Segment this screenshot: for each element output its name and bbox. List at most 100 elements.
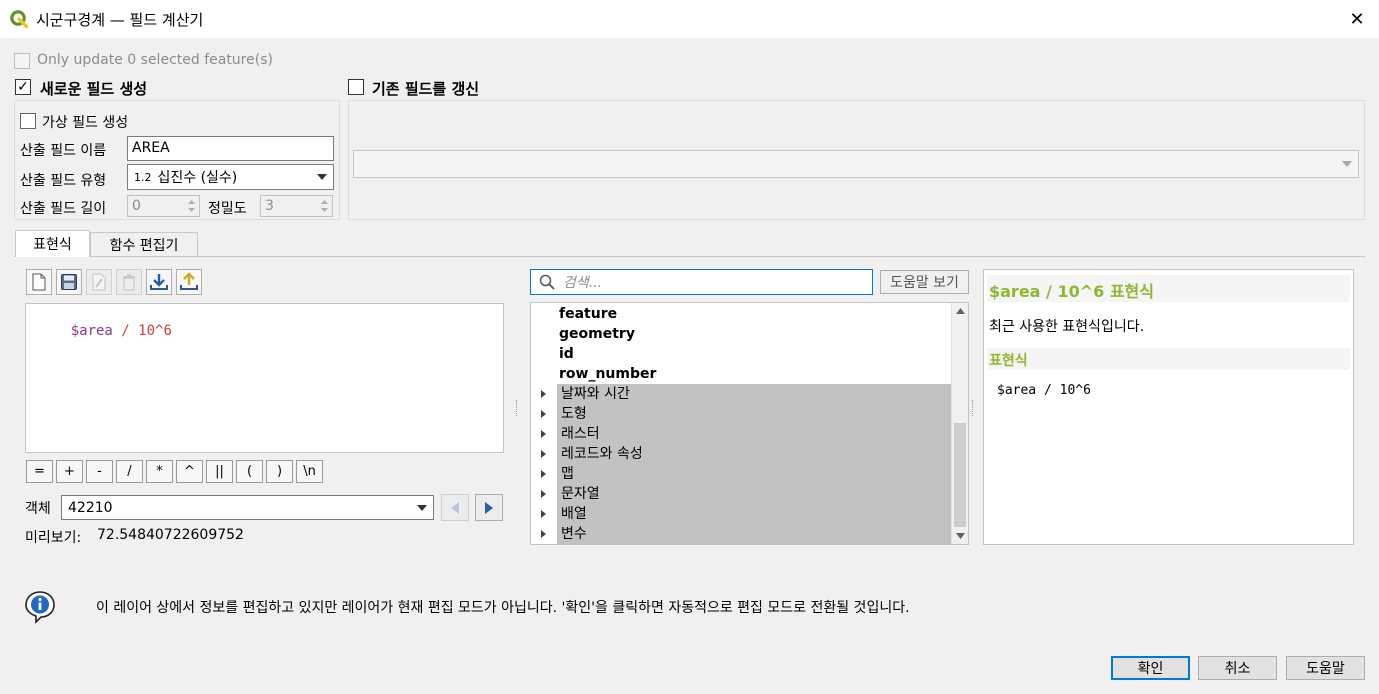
output-field-type-value: 십진수 (실수) — [157, 170, 238, 186]
show-help-button[interactable]: 도움말 보기 — [880, 270, 969, 294]
decimal-type-icon: 1.2 — [134, 170, 152, 184]
operator-newline-button[interactable]: \n — [296, 460, 323, 483]
output-field-type-select[interactable]: 1.2 십진수 (실수) — [127, 164, 334, 190]
function-tree-list: feature geometry id row_number 날짜와 시간 도형… — [531, 304, 952, 544]
tree-group-string[interactable]: 문자열 — [531, 484, 952, 504]
chevron-down-icon — [1342, 161, 1352, 167]
help-section-bar — [987, 348, 1350, 370]
tree-group-record-attributes[interactable]: 레코드와 속성 — [531, 444, 952, 464]
tab-bar-divider — [14, 256, 1365, 257]
chevron-down-icon — [417, 504, 427, 511]
function-tree-scrollbar[interactable] — [951, 303, 968, 544]
operator-multiply-button[interactable]: * — [146, 460, 173, 483]
tab-function-editor-label: 함수 편집기 — [109, 237, 179, 254]
title-bar: 시군구경계 — 필드 계산기 ✕ — [0, 0, 1379, 38]
operator-plus-button[interactable]: + — [56, 460, 83, 483]
cancel-button-label: 취소 — [1224, 661, 1251, 677]
output-field-length-label: 산출 필드 길이 — [20, 201, 107, 217]
next-feature-button[interactable] — [475, 494, 503, 521]
scroll-down-icon[interactable] — [956, 533, 965, 539]
spinner-arrows-icon — [188, 200, 195, 212]
spinner-arrows-icon — [321, 200, 328, 212]
expand-arrow-icon — [541, 430, 546, 438]
help-panel: $area / 10^6 표현식 최근 사용한 표현식입니다. 표현식 $are… — [983, 269, 1354, 545]
upload-icon — [180, 272, 198, 290]
ok-button[interactable]: 확인 — [1111, 656, 1190, 680]
help-code-example: $area / 10^6 — [997, 383, 1091, 398]
operator-power-button[interactable]: ^ — [176, 460, 203, 483]
cancel-button[interactable]: 취소 — [1198, 656, 1277, 680]
feature-label: 객체 — [25, 501, 51, 517]
preview-label: 미리보기: — [25, 530, 82, 546]
splitter-handle[interactable] — [972, 400, 975, 416]
scroll-up-icon[interactable] — [956, 308, 965, 314]
tree-group-map[interactable]: 맵 — [531, 464, 952, 484]
save-button[interactable] — [56, 269, 82, 295]
show-help-button-label: 도움말 보기 — [890, 275, 959, 291]
tree-group-geometry[interactable]: 도형 — [531, 404, 952, 424]
precision-label: 정밀도 — [208, 201, 247, 217]
help-section-label: 표현식 — [989, 353, 1028, 369]
expand-arrow-icon — [541, 510, 546, 518]
expand-arrow-icon — [541, 450, 546, 458]
expression-variable: $area — [70, 323, 113, 339]
tree-item-feature[interactable]: feature — [531, 304, 952, 324]
only-update-selected-checkbox[interactable] — [14, 53, 30, 69]
feature-value: 42210 — [68, 499, 113, 516]
tree-group-variables[interactable]: 변수 — [531, 524, 952, 544]
precision-value: 3 — [265, 198, 274, 214]
precision-spinbox[interactable]: 3 — [260, 195, 333, 217]
triangle-left-icon — [451, 501, 459, 514]
import-button[interactable] — [146, 269, 172, 295]
operator-close-paren-button[interactable]: ) — [266, 460, 293, 483]
output-field-length-spinbox[interactable]: 0 — [127, 195, 200, 217]
tree-item-row-number[interactable]: row_number — [531, 364, 952, 384]
only-update-selected-label: Only update 0 selected feature(s) — [37, 52, 273, 68]
operator-open-paren-button[interactable]: ( — [236, 460, 263, 483]
new-file-button[interactable] — [26, 269, 52, 295]
info-icon — [25, 591, 55, 624]
feature-select[interactable]: 42210 — [61, 495, 434, 520]
edit-button[interactable] — [86, 269, 112, 295]
tab-expression[interactable]: 표현식 — [15, 230, 90, 257]
search-placeholder: 검색... — [563, 275, 603, 291]
virtual-field-checkbox[interactable] — [20, 113, 36, 129]
function-tree[interactable]: feature geometry id row_number 날짜와 시간 도형… — [530, 302, 969, 545]
update-existing-field-checkbox[interactable] — [348, 79, 364, 95]
scrollbar-thumb[interactable] — [954, 423, 966, 527]
help-description: 최근 사용한 표현식입니다. — [989, 319, 1145, 335]
create-new-field-checkbox[interactable]: ✓ — [15, 79, 31, 95]
close-icon[interactable]: ✕ — [1342, 6, 1372, 32]
tree-group-raster[interactable]: 래스터 — [531, 424, 952, 444]
tree-item-geometry[interactable]: geometry — [531, 324, 952, 344]
expand-arrow-icon — [541, 410, 546, 418]
operator-equals-button[interactable]: = — [26, 460, 53, 483]
expand-arrow-icon — [541, 490, 546, 498]
tab-expression-label: 표현식 — [33, 237, 72, 253]
save-icon — [61, 274, 77, 290]
checkmark-icon: ✓ — [17, 79, 29, 95]
preview-value: 72.54840722609752 — [97, 527, 244, 543]
window-title: 시군구경계 — 필드 계산기 — [36, 11, 204, 29]
output-field-type-label: 산출 필드 유형 — [20, 173, 107, 189]
splitter-handle[interactable] — [516, 400, 519, 416]
create-new-field-label: 새로운 필드 생성 — [40, 80, 148, 98]
output-field-name-input[interactable]: AREA — [127, 136, 334, 161]
help-button[interactable]: 도움말 — [1286, 656, 1365, 680]
operator-minus-button[interactable]: - — [86, 460, 113, 483]
operator-concat-button[interactable]: || — [206, 460, 233, 483]
triangle-right-icon — [485, 501, 493, 514]
tree-group-date-time[interactable]: 날짜와 시간 — [531, 384, 952, 404]
operator-divide-button[interactable]: / — [116, 460, 143, 483]
previous-feature-button[interactable] — [441, 494, 469, 521]
tab-function-editor[interactable]: 함수 편집기 — [90, 232, 198, 256]
tree-group-array[interactable]: 배열 — [531, 504, 952, 524]
trash-icon — [123, 274, 135, 291]
ok-button-label: 확인 — [1137, 661, 1164, 677]
expression-editor[interactable]: $area / 10^6 — [25, 303, 504, 453]
export-button[interactable] — [176, 269, 202, 295]
tree-item-id[interactable]: id — [531, 344, 952, 364]
delete-button[interactable] — [116, 269, 142, 295]
function-search-input[interactable]: 검색... — [530, 269, 873, 295]
existing-field-select[interactable] — [353, 150, 1359, 178]
